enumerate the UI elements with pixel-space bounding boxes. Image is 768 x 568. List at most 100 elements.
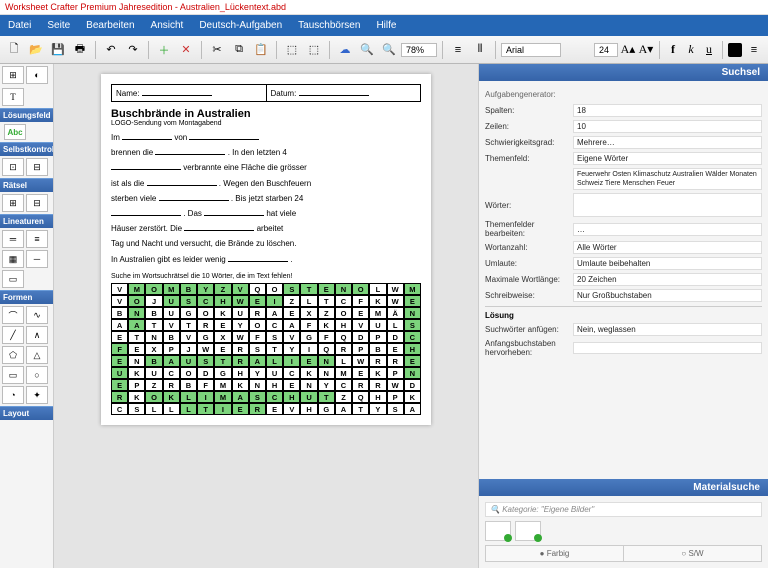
ws-cell[interactable]: O <box>352 283 369 295</box>
ws-cell[interactable]: W <box>232 295 249 307</box>
tool-wordsearch-icon[interactable]: ⊞ <box>2 194 24 212</box>
ws-cell[interactable]: G <box>180 307 197 319</box>
ws-cell[interactable]: P <box>387 391 404 403</box>
ws-cell[interactable]: R <box>163 379 180 391</box>
zoom-in-icon[interactable]: 🔍 <box>357 40 377 60</box>
ws-cell[interactable]: R <box>369 355 386 367</box>
font-smaller-icon[interactable]: A▾ <box>638 41 654 59</box>
ws-cell[interactable]: T <box>318 295 335 307</box>
copy-icon[interactable]: ⧉ <box>229 40 249 60</box>
shape-angle-icon[interactable]: ∧ <box>26 326 48 344</box>
menu-hilfe[interactable]: Hilfe <box>368 18 404 33</box>
ws-cell[interactable]: N <box>318 355 335 367</box>
ws-cell[interactable]: Y <box>197 283 214 295</box>
ws-cell[interactable]: A <box>128 319 145 331</box>
ws-cell[interactable]: U <box>232 307 249 319</box>
ws-cell[interactable]: Q <box>318 343 335 355</box>
ws-cell[interactable]: Q <box>335 331 352 343</box>
ws-cell[interactable]: E <box>352 307 369 319</box>
shape-arc-icon[interactable]: ⌒ <box>2 306 24 324</box>
ws-cell[interactable]: O <box>128 295 145 307</box>
ws-cell[interactable]: L <box>163 403 180 415</box>
ws-cell[interactable]: U <box>266 367 283 379</box>
tool-puzzle-icon[interactable]: ⊟ <box>26 194 48 212</box>
font-larger-icon[interactable]: A▴ <box>620 41 636 59</box>
tool-check1-icon[interactable]: ⊡ <box>2 158 24 176</box>
ws-cell[interactable]: P <box>352 343 369 355</box>
ws-cell[interactable]: T <box>300 283 317 295</box>
ws-cell[interactable]: E <box>266 403 283 415</box>
tool-abc[interactable]: Abc <box>4 124 26 140</box>
tool-crossword-icon[interactable]: ⊞ <box>2 66 24 84</box>
ws-cell[interactable]: T <box>266 343 283 355</box>
ws-cell[interactable]: J <box>145 295 162 307</box>
ws-cell[interactable]: W <box>232 331 249 343</box>
ws-cell[interactable]: L <box>387 319 404 331</box>
wordsearch-grid[interactable]: VMOMBYZVQOSTENOLWMVOJUSCHWEIZLTCFKWEBNBU… <box>111 283 421 415</box>
cut-icon[interactable]: ✂ <box>207 40 227 60</box>
ws-cell[interactable]: S <box>249 343 266 355</box>
ws-cell[interactable]: E <box>111 379 128 391</box>
ws-cell[interactable]: O <box>266 283 283 295</box>
ws-cell[interactable]: Y <box>318 379 335 391</box>
ws-cell[interactable]: N <box>249 379 266 391</box>
ws-cell[interactable]: N <box>318 367 335 379</box>
anfang-input[interactable] <box>573 342 762 354</box>
ws-cell[interactable]: Y <box>249 367 266 379</box>
ws-cell[interactable]: S <box>128 403 145 415</box>
ws-cell[interactable]: P <box>128 379 145 391</box>
ws-cell[interactable]: N <box>300 379 317 391</box>
tool-circle-icon[interactable]: ◐ <box>26 66 48 84</box>
worter-input[interactable] <box>573 193 762 217</box>
ws-cell[interactable]: V <box>111 283 128 295</box>
material-thumb-2[interactable] <box>515 521 541 541</box>
ws-cell[interactable]: K <box>128 391 145 403</box>
font-size[interactable]: 24 <box>594 43 618 57</box>
material-category[interactable]: 🔍 Kategorie: "Eigene Bilder" <box>485 502 762 517</box>
shape-pie-icon[interactable]: ◔ <box>2 386 24 404</box>
ws-cell[interactable]: K <box>318 319 335 331</box>
ws-cell[interactable]: D <box>404 379 421 391</box>
cloud-icon[interactable]: ☁ <box>335 40 355 60</box>
ws-cell[interactable]: W <box>387 283 404 295</box>
ws-cell[interactable]: V <box>163 319 180 331</box>
ws-cell[interactable]: L <box>266 355 283 367</box>
add-icon[interactable]: ＋ <box>154 40 174 60</box>
ws-cell[interactable]: Q <box>249 283 266 295</box>
align-icon[interactable]: ≡ <box>448 40 468 60</box>
ws-cell[interactable]: L <box>145 403 162 415</box>
ws-cell[interactable]: K <box>369 295 386 307</box>
ws-cell[interactable]: F <box>352 295 369 307</box>
ws-cell[interactable]: U <box>111 367 128 379</box>
ws-cell[interactable]: V <box>180 331 197 343</box>
ws-cell[interactable]: K <box>128 367 145 379</box>
ws-cell[interactable]: A <box>283 319 300 331</box>
tool-line1-icon[interactable]: ═ <box>2 230 24 248</box>
ws-cell[interactable]: T <box>318 391 335 403</box>
ws-cell[interactable]: V <box>111 295 128 307</box>
align-left-icon[interactable]: ≡ <box>744 40 764 60</box>
ws-cell[interactable]: E <box>404 295 421 307</box>
ws-cell[interactable]: T <box>145 319 162 331</box>
ws-cell[interactable]: E <box>283 307 300 319</box>
ws-cell[interactable]: B <box>111 307 128 319</box>
ws-cell[interactable]: E <box>232 403 249 415</box>
menu-deutsch[interactable]: Deutsch-Aufgaben <box>191 18 290 33</box>
ws-cell[interactable]: C <box>404 331 421 343</box>
ws-cell[interactable]: X <box>300 307 317 319</box>
ws-cell[interactable]: E <box>214 319 231 331</box>
ws-cell[interactable]: C <box>163 367 180 379</box>
spalten-input[interactable]: 18 <box>573 104 762 117</box>
ws-cell[interactable]: B <box>180 283 197 295</box>
ws-cell[interactable]: G <box>214 367 231 379</box>
ws-cell[interactable]: O <box>180 367 197 379</box>
ws-cell[interactable]: C <box>197 295 214 307</box>
ws-cell[interactable]: S <box>387 403 404 415</box>
ws-cell[interactable]: W <box>387 379 404 391</box>
ws-cell[interactable]: H <box>300 403 317 415</box>
ws-cell[interactable]: R <box>232 343 249 355</box>
delete-icon[interactable]: ✕ <box>176 40 196 60</box>
ws-cell[interactable]: K <box>232 379 249 391</box>
ws-cell[interactable]: B <box>145 355 162 367</box>
ws-cell[interactable]: Z <box>283 295 300 307</box>
